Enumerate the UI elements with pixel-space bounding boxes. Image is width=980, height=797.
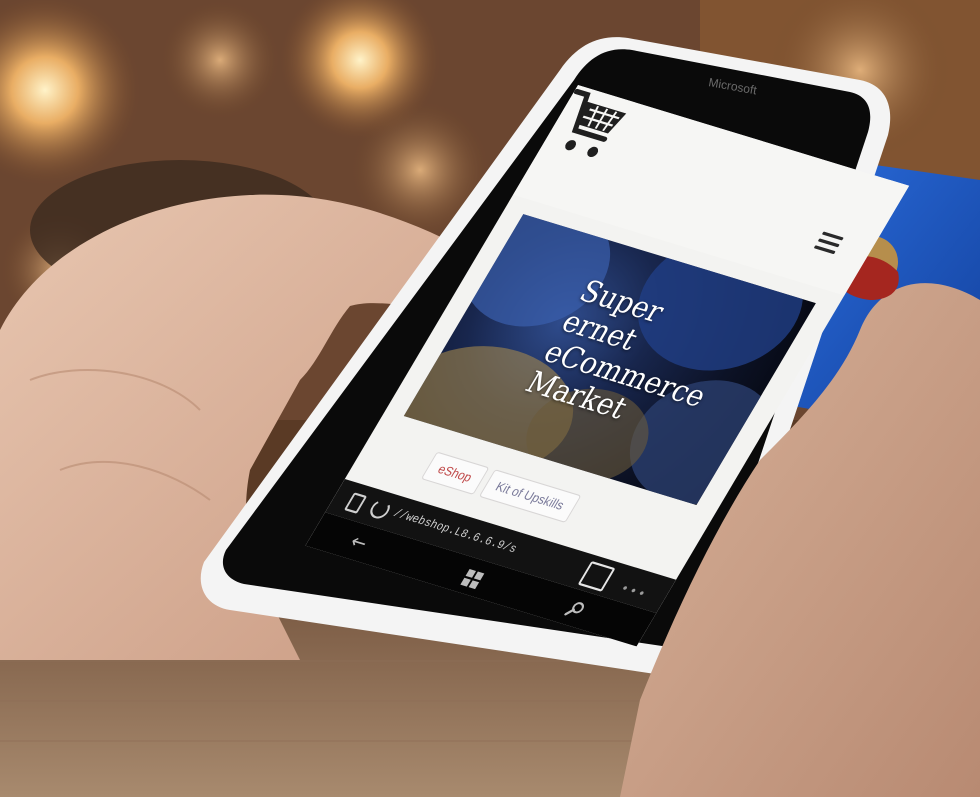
page-icon[interactable] [343, 492, 368, 514]
reload-icon[interactable] [366, 498, 394, 521]
tabs-icon[interactable] [577, 561, 616, 592]
hamburger-menu-icon[interactable] [813, 231, 844, 255]
search-icon[interactable] [564, 599, 588, 619]
more-icon[interactable]: ••• [617, 581, 650, 602]
back-arrow-icon[interactable]: ← [346, 530, 372, 555]
upskills-link[interactable]: Kit of Upskills [478, 469, 582, 523]
photo-scene: Microsoft Super ernet eCommerce Market e… [0, 0, 980, 797]
windows-logo-icon[interactable] [460, 568, 485, 590]
eshop-link[interactable]: eShop [420, 451, 490, 495]
